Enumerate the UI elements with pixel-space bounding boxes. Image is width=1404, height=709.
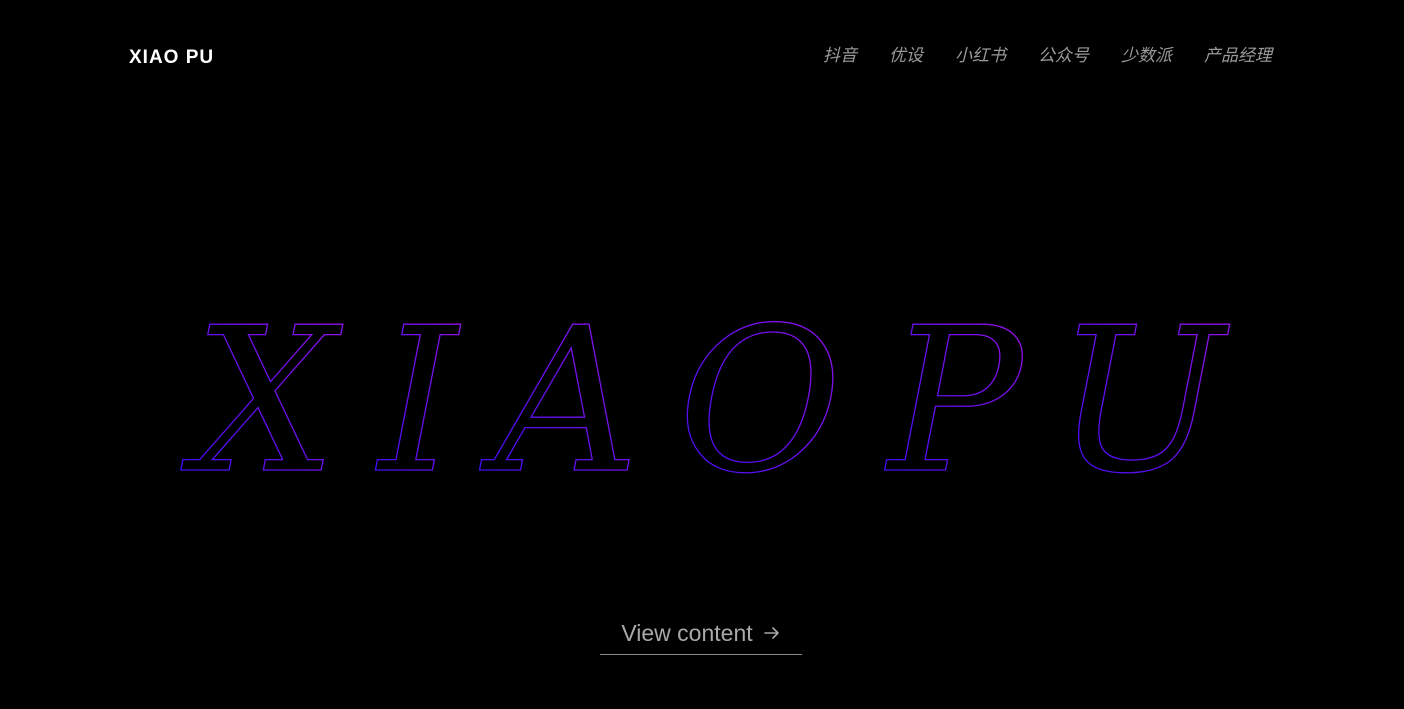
hero-letter-p: P (884, 300, 1026, 500)
nav-item-wechat-official[interactable]: 公众号 (1038, 44, 1089, 68)
nav-item-xiaohongshu[interactable]: 小红书 (955, 44, 1006, 68)
nav-item-product-manager[interactable]: 产品经理 (1204, 44, 1272, 68)
nav-item-uisdc[interactable]: 优设 (889, 44, 923, 68)
arrow-right-icon (763, 616, 781, 650)
hero-letter-x: X (181, 300, 344, 500)
hero-title: X I A O P U (0, 300, 1404, 500)
nav-item-sspai[interactable]: 少数派 (1121, 44, 1172, 68)
logo[interactable]: XIAO PU (129, 46, 214, 70)
hero-letter-i: I (374, 300, 461, 500)
hero-letter-o: O (678, 300, 842, 500)
view-content-label: View content (621, 620, 753, 646)
main-nav: 抖音 优设 小红书 公众号 少数派 产品经理 (823, 44, 1272, 68)
hero-letter-a: A (479, 300, 639, 500)
hero-letter-u: U (1056, 300, 1231, 500)
hero-title-svg: X I A O P U (180, 300, 1231, 500)
nav-item-douyin[interactable]: 抖音 (823, 44, 857, 68)
view-content-button[interactable]: View content (600, 616, 802, 655)
